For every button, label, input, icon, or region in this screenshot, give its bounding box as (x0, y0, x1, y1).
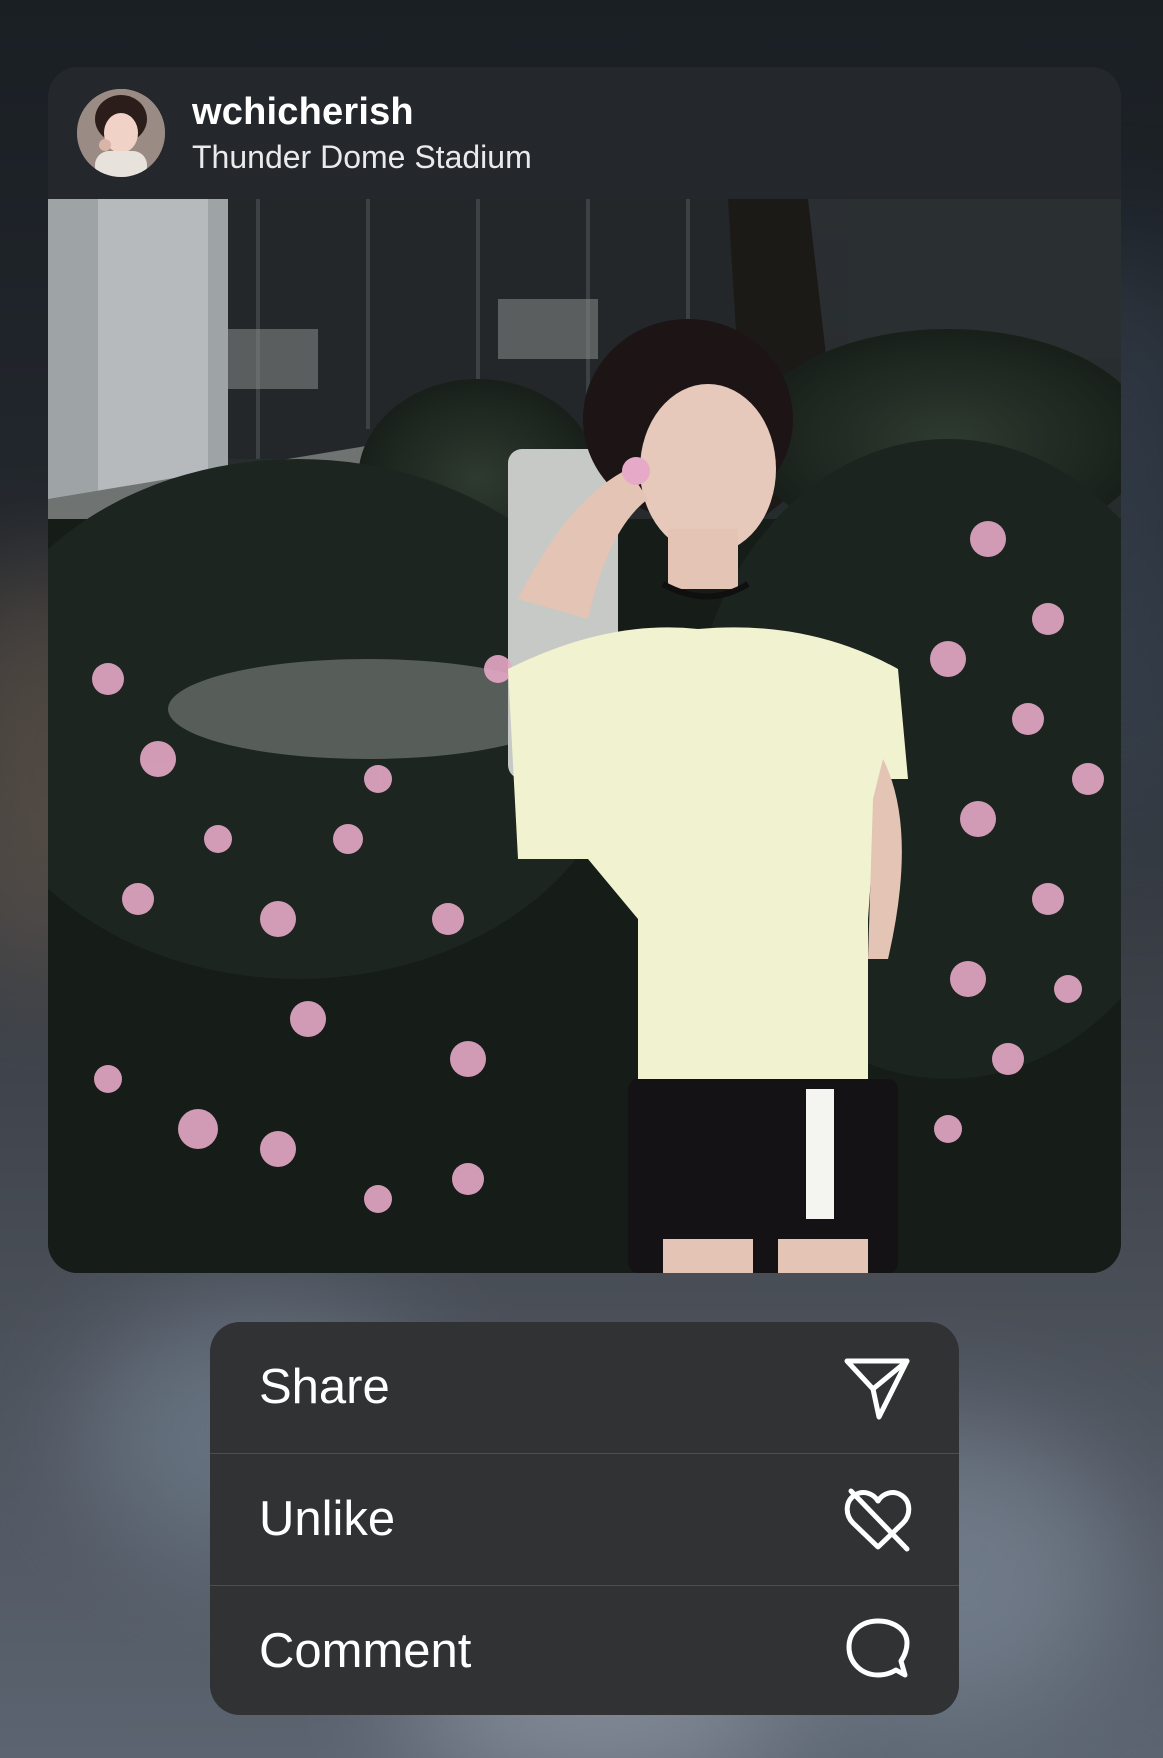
heart-slash-icon (843, 1485, 913, 1555)
share-menu-item[interactable]: Share (210, 1322, 959, 1453)
speech-bubble-icon (843, 1617, 913, 1687)
post-preview-card[interactable]: wchicherish Thunder Dome Stadium (48, 67, 1121, 1273)
paper-plane-icon (843, 1353, 913, 1423)
avatar[interactable] (77, 89, 165, 177)
location-label[interactable]: Thunder Dome Stadium (192, 139, 532, 176)
username[interactable]: wchicherish (192, 91, 414, 134)
share-label: Share (259, 1360, 390, 1414)
comment-menu-item[interactable]: Comment (210, 1586, 959, 1715)
post-header: wchicherish Thunder Dome Stadium (48, 67, 1121, 199)
unlike-menu-item[interactable]: Unlike (210, 1454, 959, 1585)
unlike-label: Unlike (259, 1492, 396, 1546)
comment-label: Comment (259, 1624, 472, 1678)
post-photo (48, 199, 1121, 1273)
context-menu: Share Unlike Comment (210, 1322, 959, 1715)
